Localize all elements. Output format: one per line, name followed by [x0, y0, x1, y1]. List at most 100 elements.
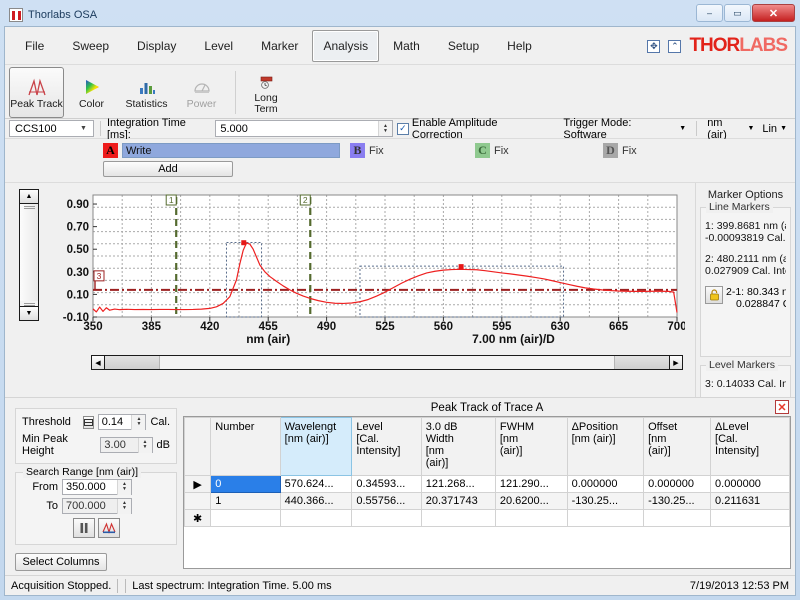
- table-cell[interactable]: [280, 510, 352, 527]
- peak-tool-icon[interactable]: [98, 518, 120, 538]
- table-cell[interactable]: [211, 510, 280, 527]
- hscrollbar-thumb-right[interactable]: [615, 356, 669, 369]
- table-cell[interactable]: 20.6200...: [495, 493, 567, 510]
- table-cell[interactable]: 1: [211, 493, 280, 510]
- unit-dropdown[interactable]: nm (air) ▼: [703, 116, 758, 142]
- table-row[interactable]: ▶0570.624...0.34593...121.268...121.290.…: [185, 476, 790, 493]
- table-cell[interactable]: 20.371743: [421, 493, 495, 510]
- ribbon-button-color[interactable]: Color: [64, 67, 119, 118]
- lock-icon[interactable]: [705, 286, 723, 304]
- table-cell[interactable]: [495, 510, 567, 527]
- table-row[interactable]: ✱: [185, 510, 790, 527]
- hscrollbar-track[interactable]: [159, 356, 615, 369]
- peak-track-close-button[interactable]: ✕: [775, 400, 789, 414]
- min-peak-height-spinner[interactable]: ▲▼: [138, 438, 152, 453]
- collapse-icon[interactable]: ⌃: [668, 40, 681, 53]
- min-peak-height-input[interactable]: 3.00 ▲▼: [100, 437, 152, 453]
- scroll-down-icon[interactable]: ▼: [20, 306, 38, 320]
- table-cell[interactable]: [352, 510, 421, 527]
- ribbon-button-long-term[interactable]: LongTerm: [242, 67, 290, 118]
- spectrum-chart[interactable]: 0.900.700.500.300.10-0.10350385420455490…: [53, 187, 685, 347]
- menu-item-marker[interactable]: Marker: [247, 33, 312, 59]
- scale-dropdown[interactable]: Lin ▼: [758, 122, 791, 136]
- line-marker-2[interactable]: 2: 480.2111 nm (air): [705, 253, 786, 265]
- row-marker[interactable]: ▶: [185, 476, 211, 493]
- from-spinner[interactable]: ▲▼: [117, 480, 131, 495]
- menu-item-setup[interactable]: Setup: [434, 33, 493, 59]
- column-header-0[interactable]: Number: [211, 418, 280, 476]
- line-marker-1[interactable]: 1: 399.8681 nm (air): [705, 220, 786, 232]
- column-header-6[interactable]: Offset[nm(air)]: [644, 418, 711, 476]
- menu-item-display[interactable]: Display: [123, 33, 190, 59]
- chart-canvas[interactable]: 0.900.700.500.300.10-0.10350385420455490…: [53, 187, 685, 347]
- scroll-left-icon[interactable]: ◀: [92, 356, 105, 369]
- menu-item-analysis[interactable]: Analysis: [312, 30, 379, 62]
- column-header-3[interactable]: 3.0 dBWidth[nm(air)]: [421, 418, 495, 476]
- trace-a[interactable]: A Write: [103, 143, 340, 158]
- row-marker[interactable]: ✱: [185, 510, 211, 527]
- expand-icon[interactable]: ✥: [647, 40, 660, 53]
- spinner-arrows[interactable]: ▲▼: [378, 121, 392, 136]
- column-header-7[interactable]: ΔLevel[Cal.Intensity]: [711, 418, 790, 476]
- table-cell[interactable]: 121.268...: [421, 476, 495, 493]
- pause-icon[interactable]: [73, 518, 95, 538]
- trace-c[interactable]: C Fix: [475, 143, 509, 158]
- menu-item-level[interactable]: Level: [190, 33, 247, 59]
- table-cell[interactable]: 440.366...: [280, 493, 352, 510]
- from-input[interactable]: 350.000 ▲▼: [62, 479, 132, 495]
- table-cell[interactable]: 0: [211, 476, 280, 493]
- table-cell[interactable]: [644, 510, 711, 527]
- to-input[interactable]: 700.000 ▲▼: [62, 498, 132, 514]
- table-cell[interactable]: [711, 510, 790, 527]
- table-cell[interactable]: 570.624...: [280, 476, 352, 493]
- menu-item-file[interactable]: File: [11, 33, 58, 59]
- select-columns-button[interactable]: Select Columns: [15, 553, 107, 571]
- trace-d[interactable]: D Fix: [603, 143, 637, 158]
- column-header-2[interactable]: Level[Cal.Intensity]: [352, 418, 421, 476]
- add-trace-button[interactable]: Add: [103, 161, 233, 177]
- scroll-right-icon[interactable]: ▶: [669, 356, 682, 369]
- column-header-5[interactable]: ΔPosition[nm (air)]: [567, 418, 644, 476]
- ribbon-button-peak-track[interactable]: Peak Track: [9, 67, 64, 118]
- threshold-mode-icon[interactable]: [83, 416, 94, 429]
- threshold-input[interactable]: 0.14 ▲▼: [98, 414, 147, 430]
- minimize-button[interactable]: –: [696, 4, 723, 22]
- scrollbar-thumb[interactable]: [20, 204, 38, 301]
- integration-time-input[interactable]: 5.000 ▲▼: [215, 120, 393, 137]
- table-cell[interactable]: 0.55756...: [352, 493, 421, 510]
- trigger-mode-dropdown[interactable]: Trigger Mode: Software ▼: [559, 116, 690, 142]
- table-cell[interactable]: 0.34593...: [352, 476, 421, 493]
- device-select[interactable]: CCS100 ▼: [9, 120, 94, 137]
- row-marker[interactable]: [185, 493, 211, 510]
- trace-a-mode[interactable]: Write: [122, 143, 340, 158]
- table-cell[interactable]: [567, 510, 644, 527]
- hscrollbar-thumb-left[interactable]: [105, 356, 159, 369]
- level-marker-3[interactable]: 3: 0.14033 Cal. Inte: [705, 378, 786, 390]
- table-cell[interactable]: 0.211631: [711, 493, 790, 510]
- ribbon-button-statistics[interactable]: Statistics: [119, 67, 174, 118]
- scroll-up-icon[interactable]: ▲: [20, 190, 38, 204]
- level-scrollbar[interactable]: ▲ ▼: [19, 189, 39, 321]
- column-header-4[interactable]: FWHM[nm(air)]: [495, 418, 567, 476]
- table-cell[interactable]: 121.290...: [495, 476, 567, 493]
- ribbon-button-power[interactable]: Power: [174, 67, 229, 118]
- table-cell[interactable]: [421, 510, 495, 527]
- menu-item-sweep[interactable]: Sweep: [58, 33, 123, 59]
- column-header-1[interactable]: Wavelengt[nm (air)]: [280, 418, 352, 476]
- amplitude-correction-checkbox[interactable]: ✓ Enable Amplitude Correction: [393, 116, 553, 142]
- trace-b[interactable]: B Fix: [350, 143, 384, 158]
- menu-item-help[interactable]: Help: [493, 33, 546, 59]
- table-cell[interactable]: -130.25...: [567, 493, 644, 510]
- table-cell[interactable]: 0.000000: [711, 476, 790, 493]
- table-cell[interactable]: 0.000000: [644, 476, 711, 493]
- table-cell[interactable]: -130.25...: [644, 493, 711, 510]
- to-spinner[interactable]: ▲▼: [117, 499, 131, 514]
- wavelength-scrollbar[interactable]: ◀ ▶: [91, 355, 683, 370]
- maximize-button[interactable]: ▭: [724, 4, 751, 22]
- peak-track-table-container[interactable]: NumberWavelengt[nm (air)]Level[Cal.Inten…: [183, 416, 791, 569]
- threshold-spinner[interactable]: ▲▼: [131, 415, 145, 430]
- table-cell[interactable]: 0.000000: [567, 476, 644, 493]
- table-row[interactable]: 1440.366...0.55756...20.37174320.6200...…: [185, 493, 790, 510]
- menu-item-math[interactable]: Math: [379, 33, 434, 59]
- close-button[interactable]: ✕: [752, 4, 795, 22]
